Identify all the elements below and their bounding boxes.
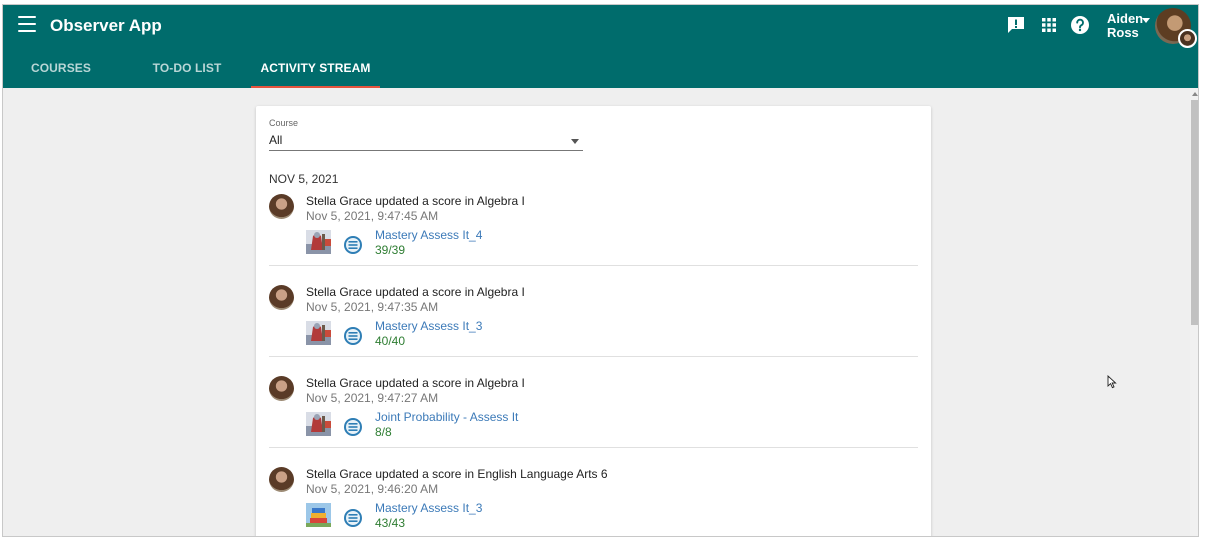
activity-item: Stella Grace updated a score in Algebra …: [269, 376, 918, 467]
assignment-list-icon: [344, 418, 362, 436]
activity-text: Stella Grace updated a score in Algebra …: [306, 285, 525, 299]
assignment-list-icon: [344, 509, 362, 527]
user-menu-button[interactable]: Aiden Ross: [1107, 11, 1150, 40]
activity-time: Nov 5, 2021, 9:47:45 AM: [306, 209, 439, 223]
app-title: Observer App: [50, 16, 162, 35]
menu-icon[interactable]: [18, 16, 36, 32]
divider: [269, 356, 918, 357]
knight-course-thumb: [306, 321, 331, 345]
assignment-score: 39/39: [375, 243, 406, 257]
scroll-up-arrow-icon[interactable]: [1192, 92, 1198, 96]
help-icon[interactable]: [1070, 15, 1090, 35]
mouse-cursor-icon: [1107, 375, 1117, 389]
knight-course-thumb: [306, 230, 331, 254]
nav-tabs: COURSES TO-DO LIST ACTIVITY STREAM: [3, 57, 1198, 88]
app-header: Observer App Aiden Ross COURSES TO-DO LI…: [3, 5, 1198, 88]
tab-courses[interactable]: COURSES: [25, 57, 97, 88]
activity-item: Stella Grace updated a score in Algebra …: [269, 194, 918, 285]
divider: [269, 265, 918, 266]
assignment-score: 8/8: [375, 425, 392, 439]
student-avatar: [269, 467, 294, 492]
activity-text: Stella Grace updated a score in Algebra …: [306, 376, 525, 390]
app-window: Observer App Aiden Ross COURSES TO-DO LI…: [2, 4, 1199, 537]
assignment-list-icon: [344, 327, 362, 345]
books-course-thumb: [306, 503, 331, 527]
student-avatar: [269, 285, 294, 310]
scrollbar-thumb[interactable]: [1191, 100, 1198, 325]
course-filter-select[interactable]: All: [269, 130, 583, 151]
activity-text: Stella Grace updated a score in Algebra …: [306, 194, 525, 208]
activity-card: Course All NOV 5, 2021 Stella Grace upda…: [256, 106, 931, 536]
chevron-down-icon: [1142, 18, 1150, 23]
feedback-icon[interactable]: [1006, 15, 1026, 35]
assignment-link[interactable]: Mastery Assess It_3: [375, 501, 482, 515]
assignment-link[interactable]: Mastery Assess It_4: [375, 228, 482, 242]
assignment-list-icon: [344, 236, 362, 254]
activity-item: Stella Grace updated a score in English …: [269, 467, 918, 536]
observee-avatar: [1178, 29, 1197, 48]
user-last-name: Ross: [1107, 25, 1139, 40]
course-filter-label: Course: [269, 118, 299, 128]
tab-activity-stream[interactable]: ACTIVITY STREAM: [251, 57, 380, 88]
course-filter-value: All: [269, 133, 283, 147]
apps-grid-icon[interactable]: [1039, 15, 1059, 35]
user-avatar[interactable]: [1155, 8, 1197, 48]
student-avatar: [269, 194, 294, 219]
assignment-link[interactable]: Joint Probability - Assess It: [375, 410, 518, 424]
activity-time: Nov 5, 2021, 9:47:27 AM: [306, 391, 439, 405]
student-avatar: [269, 376, 294, 401]
assignment-score: 40/40: [375, 334, 406, 348]
activity-time: Nov 5, 2021, 9:46:20 AM: [306, 482, 439, 496]
activity-text: Stella Grace updated a score in English …: [306, 467, 608, 481]
activity-time: Nov 5, 2021, 9:47:35 AM: [306, 300, 439, 314]
divider: [269, 447, 918, 448]
vertical-scrollbar[interactable]: [1190, 88, 1198, 536]
tab-todo-list[interactable]: TO-DO LIST: [143, 57, 231, 88]
assignment-score: 43/43: [375, 516, 406, 530]
knight-course-thumb: [306, 412, 331, 436]
chevron-down-icon: [571, 139, 579, 144]
date-heading: NOV 5, 2021: [269, 172, 339, 186]
assignment-link[interactable]: Mastery Assess It_3: [375, 319, 482, 333]
user-first-name: Aiden: [1107, 11, 1144, 26]
activity-item: Stella Grace updated a score in Algebra …: [269, 285, 918, 376]
